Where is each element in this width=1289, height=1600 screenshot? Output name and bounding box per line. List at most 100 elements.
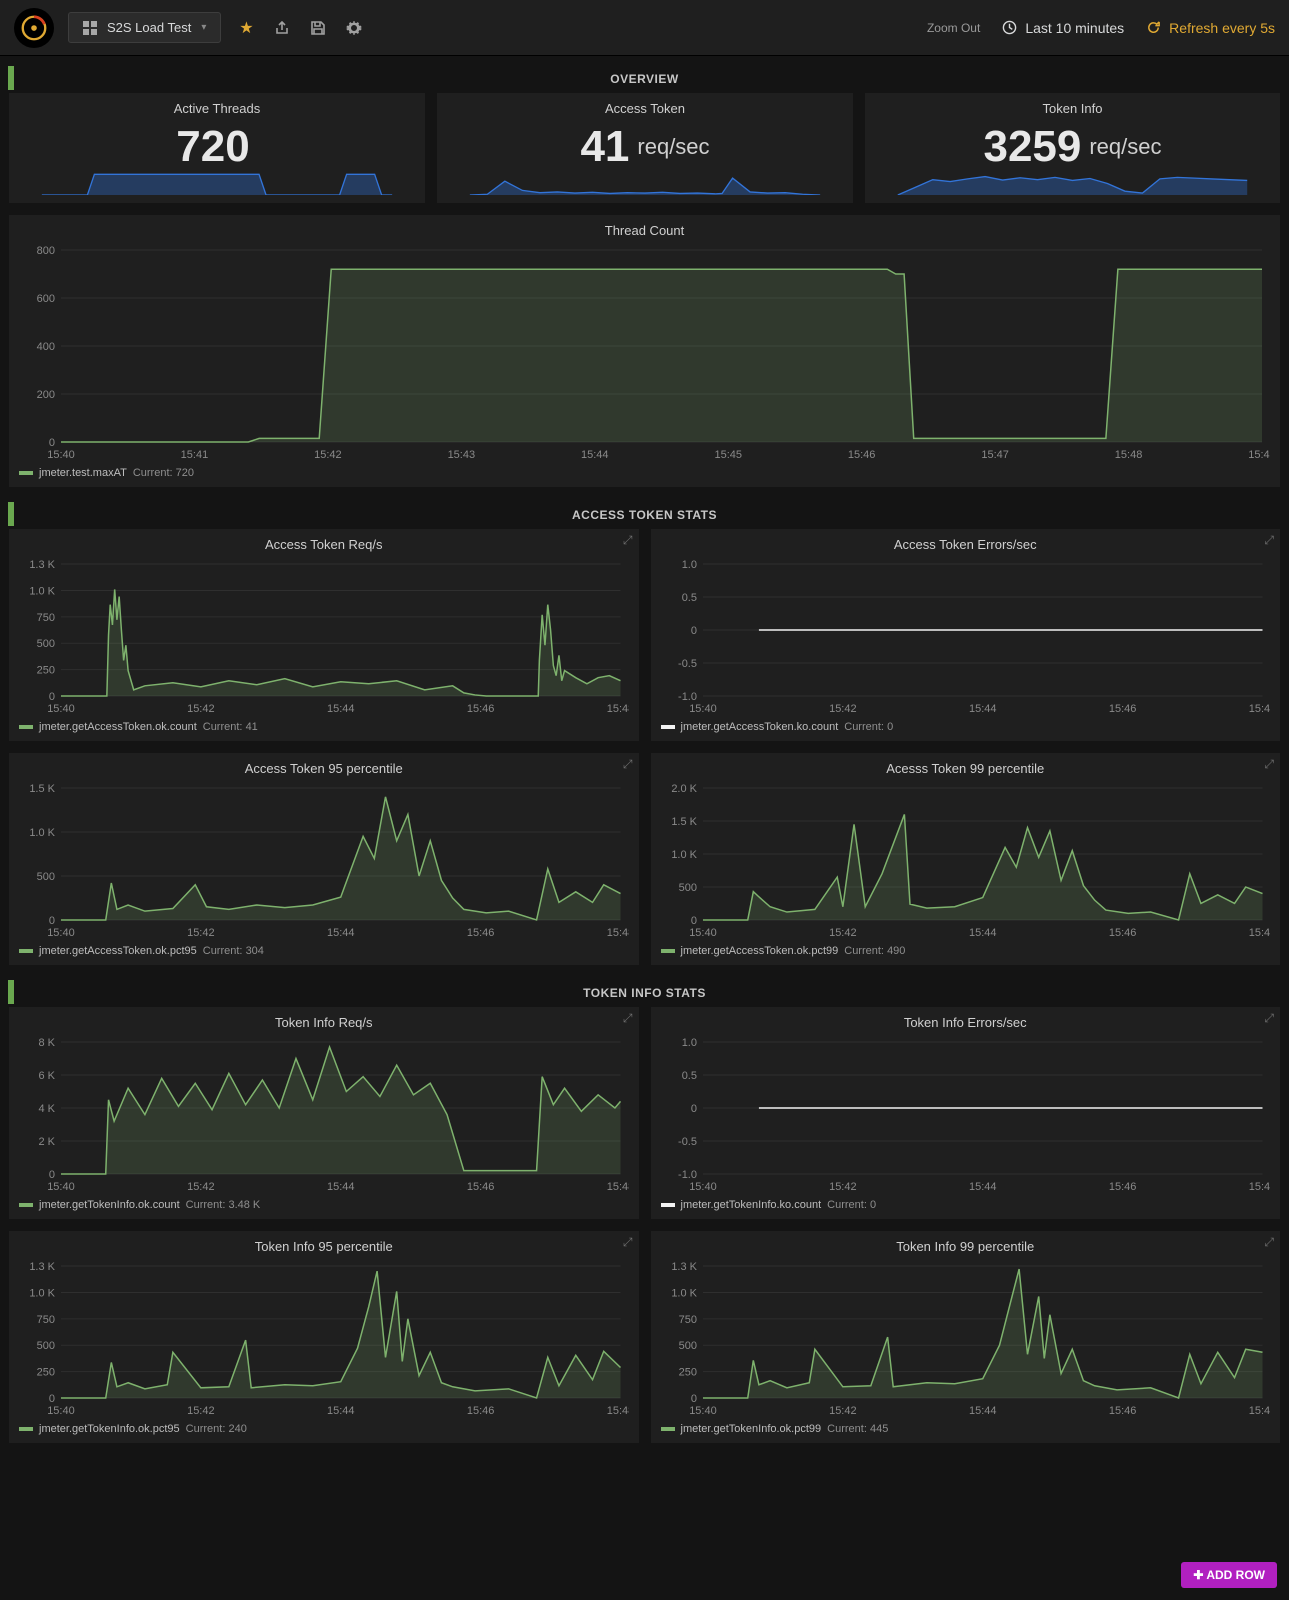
panel-thread-count[interactable]: Thread Count 020040060080015:4015:4115:4… [8, 214, 1281, 488]
panel-at-req[interactable]: ⤢ Access Token Req/s 02505007501.0 K1.3 … [8, 528, 640, 742]
legend: jmeter.getTokenInfo.ko.countCurrent: 0 [661, 1199, 1271, 1211]
svg-text:15:46: 15:46 [1108, 1181, 1136, 1193]
panel-menu-icon[interactable]: ⤢ [1264, 1011, 1274, 1026]
sparkline [447, 172, 843, 195]
legend-current-value: 304 [246, 945, 264, 957]
time-controls: Zoom Out Last 10 minutes Refresh every 5… [927, 20, 1275, 36]
svg-text:1.3 K: 1.3 K [29, 559, 55, 571]
panel-at-p95[interactable]: ⤢ Access Token 95 percentile 05001.0 K1.… [8, 752, 640, 966]
legend-series: jmeter.getAccessToken.ok.count [39, 721, 197, 733]
svg-text:0: 0 [49, 915, 55, 927]
zoom-out-button[interactable]: Zoom Out [927, 21, 980, 35]
legend-series: jmeter.test.maxAT [39, 467, 127, 479]
svg-text:1.5 K: 1.5 K [29, 783, 55, 795]
panel-ti-req[interactable]: ⤢ Token Info Req/s 02 K4 K6 K8 K15:4015:… [8, 1006, 640, 1220]
panel-menu-icon[interactable]: ⤢ [623, 1235, 633, 1250]
dashboard-grid-icon [83, 21, 97, 35]
stat-value: 3259 req/sec [875, 122, 1270, 172]
svg-text:15:48: 15:48 [607, 927, 629, 939]
svg-text:15:48: 15:48 [1248, 1405, 1270, 1417]
svg-text:15:41: 15:41 [181, 449, 209, 461]
legend-current-label: Current: [844, 945, 884, 957]
legend-current-value: 0 [870, 1199, 876, 1211]
stat-value: 41 req/sec [447, 122, 843, 172]
legend-current-value: 41 [246, 721, 258, 733]
svg-text:-1.0: -1.0 [678, 1169, 697, 1181]
panel-active-threads[interactable]: Active Threads 720 [8, 92, 426, 204]
chart: -1.0-0.500.51.015:4015:4215:4415:4615:48 [661, 558, 1271, 718]
svg-text:15:44: 15:44 [968, 1181, 996, 1193]
svg-text:15:40: 15:40 [689, 1181, 717, 1193]
svg-text:0: 0 [49, 691, 55, 703]
panel-access-token-rate[interactable]: Access Token 41 req/sec [436, 92, 854, 204]
svg-text:15:40: 15:40 [47, 703, 75, 715]
svg-text:15:42: 15:42 [187, 1405, 215, 1417]
row-drag-handle[interactable] [8, 502, 14, 526]
panel-ti-err[interactable]: ⤢ Token Info Errors/sec -1.0-0.500.51.01… [650, 1006, 1282, 1220]
svg-text:1.0 K: 1.0 K [29, 1287, 55, 1299]
row-drag-handle[interactable] [8, 980, 14, 1004]
svg-text:15:43: 15:43 [448, 449, 476, 461]
share-icon[interactable] [271, 17, 293, 39]
svg-text:1.0 K: 1.0 K [671, 849, 697, 861]
panel-token-info-rate[interactable]: Token Info 3259 req/sec [864, 92, 1281, 204]
panel-title: Access Token Errors/sec [661, 537, 1271, 552]
grafana-logo[interactable] [14, 8, 54, 48]
time-range-picker[interactable]: Last 10 minutes [1002, 20, 1124, 36]
dashboard-picker[interactable]: S2S Load Test ▾ [68, 12, 221, 43]
svg-text:15:46: 15:46 [467, 1181, 495, 1193]
refresh-picker[interactable]: Refresh every 5s [1146, 20, 1275, 36]
panel-title: Access Token 95 percentile [19, 761, 629, 776]
legend-current-value: 240 [228, 1423, 246, 1435]
thread-count-row: Thread Count 020040060080015:4015:4115:4… [8, 214, 1281, 488]
panel-menu-icon[interactable]: ⤢ [623, 533, 633, 548]
svg-text:0.5: 0.5 [681, 1070, 696, 1082]
svg-text:750: 750 [678, 1314, 696, 1326]
svg-text:15:40: 15:40 [689, 927, 717, 939]
access-token-row2: ⤢ Access Token 95 percentile 05001.0 K1.… [8, 752, 1281, 966]
gear-icon[interactable] [343, 17, 365, 39]
svg-text:15:46: 15:46 [467, 927, 495, 939]
legend-series: jmeter.getTokenInfo.ok.pct95 [39, 1423, 180, 1435]
svg-text:15:42: 15:42 [314, 449, 342, 461]
legend-current-label: Current: [186, 1199, 226, 1211]
svg-text:15:44: 15:44 [327, 927, 355, 939]
svg-text:600: 600 [37, 293, 55, 305]
legend-series: jmeter.getTokenInfo.ok.count [39, 1199, 180, 1211]
svg-text:15:44: 15:44 [327, 1405, 355, 1417]
panel-at-err[interactable]: ⤢ Access Token Errors/sec -1.0-0.500.51.… [650, 528, 1282, 742]
panel-ti-p99[interactable]: ⤢ Token Info 99 percentile 02505007501.0… [650, 1230, 1282, 1444]
svg-text:0: 0 [49, 1393, 55, 1405]
panel-title: Token Info 95 percentile [19, 1239, 629, 1254]
panel-menu-icon[interactable]: ⤢ [623, 1011, 633, 1026]
svg-text:1.0: 1.0 [681, 559, 696, 571]
legend-current-label: Current: [203, 945, 243, 957]
legend-swatch [19, 725, 33, 729]
legend-series: jmeter.getTokenInfo.ok.pct99 [681, 1423, 822, 1435]
panel-menu-icon[interactable]: ⤢ [1264, 533, 1274, 548]
panel-menu-icon[interactable]: ⤢ [623, 757, 633, 772]
save-icon[interactable] [307, 17, 329, 39]
star-icon[interactable]: ★ [235, 17, 257, 39]
refresh-label: Refresh every 5s [1169, 20, 1275, 36]
legend-current-label: Current: [186, 1423, 226, 1435]
legend-swatch [661, 1203, 675, 1207]
panel-at-p99[interactable]: ⤢ Acesss Token 99 percentile 05001.0 K1.… [650, 752, 1282, 966]
legend-current-value: 3.48 K [228, 1199, 260, 1211]
legend-series: jmeter.getTokenInfo.ko.count [681, 1199, 822, 1211]
add-row-button[interactable]: ✚ ADD ROW [1181, 1562, 1277, 1588]
chevron-down-icon: ▾ [201, 22, 206, 33]
row-drag-handle[interactable] [8, 66, 14, 90]
svg-text:15:46: 15:46 [1108, 927, 1136, 939]
panel-ti-p95[interactable]: ⤢ Token Info 95 percentile 02505007501.0… [8, 1230, 640, 1444]
time-range-label: Last 10 minutes [1025, 20, 1124, 36]
svg-text:2 K: 2 K [38, 1136, 55, 1148]
svg-text:1.0: 1.0 [681, 1037, 696, 1049]
panel-menu-icon[interactable]: ⤢ [1264, 1235, 1274, 1250]
panel-menu-icon[interactable]: ⤢ [1264, 757, 1274, 772]
svg-text:200: 200 [37, 389, 55, 401]
svg-text:15:40: 15:40 [47, 1405, 75, 1417]
legend-current-label: Current: [827, 1423, 867, 1435]
svg-text:15:46: 15:46 [848, 449, 876, 461]
svg-text:0: 0 [690, 915, 696, 927]
